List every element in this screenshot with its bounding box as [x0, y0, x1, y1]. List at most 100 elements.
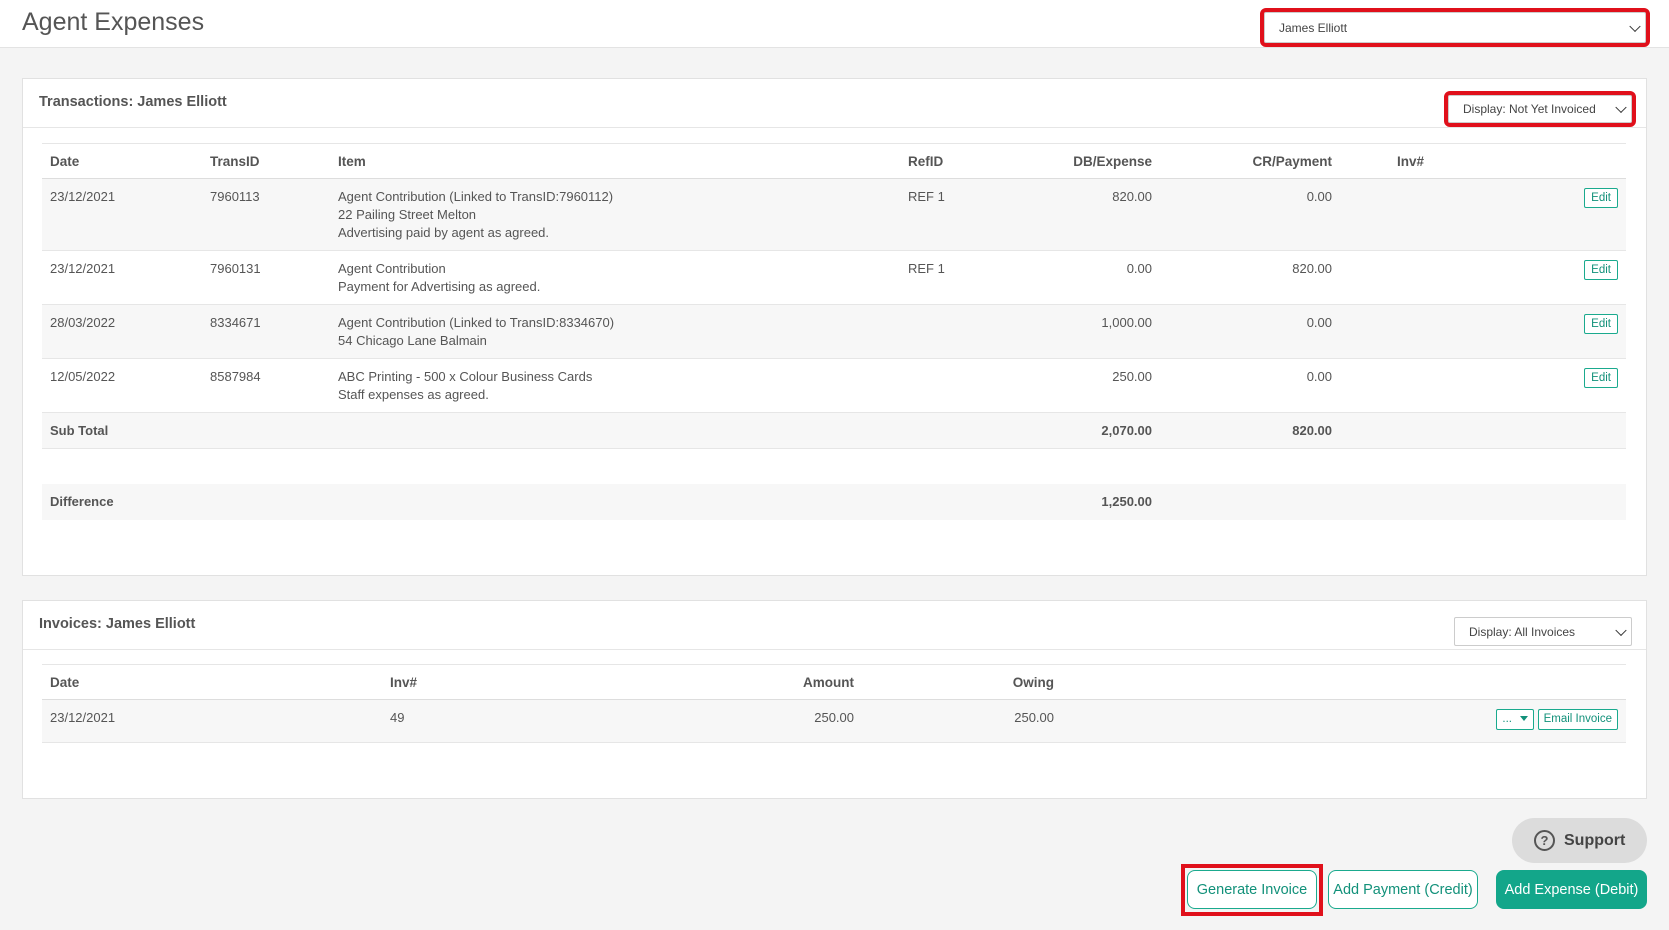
col-db-expense: DB/Expense	[1020, 143, 1160, 179]
row-item: Agent Contribution (Linked to TransID:83…	[330, 304, 900, 359]
row-date: 23/12/2021	[42, 699, 382, 743]
agent-select-value: James Elliott	[1279, 20, 1348, 35]
item-line: 54 Chicago Lane Balmain	[338, 333, 487, 348]
row-transid: 8587984	[202, 358, 330, 413]
row-refid: REF 1	[900, 178, 1020, 251]
transactions-table: Date TransID Item RefID DB/Expense CR/Pa…	[42, 143, 1626, 520]
transactions-display-filter[interactable]: Display: Not Yet Invoiced	[1444, 91, 1636, 127]
item-line: ABC Printing - 500 x Colour Business Car…	[338, 369, 593, 384]
row-date: 23/12/2021	[42, 250, 202, 305]
subtotal-db: 2,070.00	[1020, 412, 1160, 449]
item-line: Agent Contribution (Linked to TransID:83…	[338, 315, 615, 330]
row-refid	[900, 304, 1020, 359]
invoices-title: Invoices: James Elliott	[39, 616, 196, 632]
col-inv: Inv#	[1340, 143, 1526, 179]
edit-button[interactable]: Edit	[1584, 314, 1618, 334]
edit-button[interactable]: Edit	[1584, 260, 1618, 280]
question-icon: ?	[1534, 830, 1555, 851]
item-line: 22 Pailing Street Melton	[338, 207, 477, 222]
row-db: 1,000.00	[1020, 304, 1160, 359]
item-line: Staff expenses as agreed.	[338, 387, 489, 402]
row-actions: Edit	[1526, 304, 1626, 359]
row-refid: REF 1	[900, 250, 1020, 305]
row-cr: 0.00	[1160, 358, 1340, 413]
invoices-display-filter[interactable]: Display: All Invoices	[1454, 617, 1632, 646]
invoices-filter-value: Display: All Invoices	[1469, 624, 1576, 639]
subtotal-label: Sub Total	[42, 412, 202, 449]
col-owing: Owing	[862, 664, 1062, 700]
empty-cell	[202, 483, 330, 520]
table-row: 23/12/2021 49 250.00 250.00 ... Email In…	[42, 699, 1626, 743]
row-inv	[1340, 304, 1526, 359]
row-db: 0.00	[1020, 250, 1160, 305]
caret-down-icon	[1519, 716, 1528, 722]
empty-cell	[202, 412, 330, 449]
row-item: Agent Contribution Payment for Advertisi…	[330, 250, 900, 305]
page-title: Agent Expenses	[22, 8, 205, 36]
row-item: Agent Contribution (Linked to TransID:79…	[330, 178, 900, 251]
row-cr: 820.00	[1160, 250, 1340, 305]
col-actions	[1062, 664, 1626, 700]
transactions-filter-value: Display: Not Yet Invoiced	[1463, 102, 1596, 116]
empty-cell	[1340, 412, 1526, 449]
agent-select[interactable]: James Elliott	[1260, 8, 1650, 47]
row-date: 23/12/2021	[42, 178, 202, 251]
transactions-title: Transactions: James Elliott	[39, 94, 227, 110]
chevron-down-icon	[1615, 101, 1627, 114]
row-item: ABC Printing - 500 x Colour Business Car…	[330, 358, 900, 413]
difference-db: 1,250.00	[1020, 483, 1160, 520]
invoices-panel-header: Invoices: James Elliott	[23, 601, 1646, 650]
row-db: 820.00	[1020, 178, 1160, 251]
row-cr: 0.00	[1160, 304, 1340, 359]
empty-cell	[330, 412, 900, 449]
empty-cell	[330, 483, 900, 520]
empty-cell	[1526, 412, 1626, 449]
col-date: Date	[42, 664, 382, 700]
col-amount: Amount	[652, 664, 862, 700]
edit-button[interactable]: Edit	[1584, 188, 1618, 208]
spacer-row	[42, 448, 1626, 484]
more-label: ...	[1502, 713, 1512, 725]
add-expense-button[interactable]: Add Expense (Debit)	[1496, 870, 1647, 909]
transactions-panel-header: Transactions: James Elliott	[23, 79, 1646, 128]
item-line: Agent Contribution	[338, 261, 446, 276]
row-transid: 8334671	[202, 304, 330, 359]
col-actions	[1526, 143, 1626, 179]
col-date: Date	[42, 143, 202, 179]
edit-button[interactable]: Edit	[1584, 368, 1618, 388]
table-header-row: Date Inv# Amount Owing	[42, 664, 1626, 700]
row-transid: 7960131	[202, 250, 330, 305]
support-label: Support	[1564, 831, 1626, 849]
add-payment-button[interactable]: Add Payment (Credit)	[1328, 870, 1478, 909]
row-cr: 0.00	[1160, 178, 1340, 251]
col-inv: Inv#	[382, 664, 652, 700]
empty-cell	[900, 412, 1020, 449]
difference-label: Difference	[42, 483, 202, 520]
row-transid: 7960113	[202, 178, 330, 251]
item-line: Advertising paid by agent as agreed.	[338, 225, 550, 240]
more-actions-dropdown[interactable]: ...	[1496, 709, 1534, 730]
table-row: 28/03/2022 8334671 Agent Contribution (L…	[42, 304, 1626, 359]
row-actions: ... Email Invoice	[1062, 699, 1626, 743]
row-amount: 250.00	[652, 699, 862, 743]
col-cr-payment: CR/Payment	[1160, 143, 1340, 179]
row-inv	[1340, 178, 1526, 251]
subtotal-cr: 820.00	[1160, 412, 1340, 449]
row-date: 28/03/2022	[42, 304, 202, 359]
table-row: 23/12/2021 7960113 Agent Contribution (L…	[42, 178, 1626, 251]
row-date: 12/05/2022	[42, 358, 202, 413]
row-actions: Edit	[1526, 250, 1626, 305]
row-refid	[900, 358, 1020, 413]
row-inv	[1340, 358, 1526, 413]
chevron-down-icon	[1629, 20, 1641, 32]
table-header-row: Date TransID Item RefID DB/Expense CR/Pa…	[42, 143, 1626, 179]
row-owing: 250.00	[862, 699, 1062, 743]
spacer-cell	[42, 448, 1626, 484]
empty-cell	[1526, 483, 1626, 520]
item-line: Payment for Advertising as agreed.	[338, 279, 541, 294]
support-button[interactable]: ? Support	[1512, 818, 1647, 863]
row-inv: 49	[382, 699, 652, 743]
generate-invoice-button[interactable]: Generate Invoice	[1187, 870, 1317, 909]
item-line: Agent Contribution (Linked to TransID:79…	[338, 189, 614, 204]
email-invoice-button[interactable]: Email Invoice	[1537, 709, 1618, 730]
